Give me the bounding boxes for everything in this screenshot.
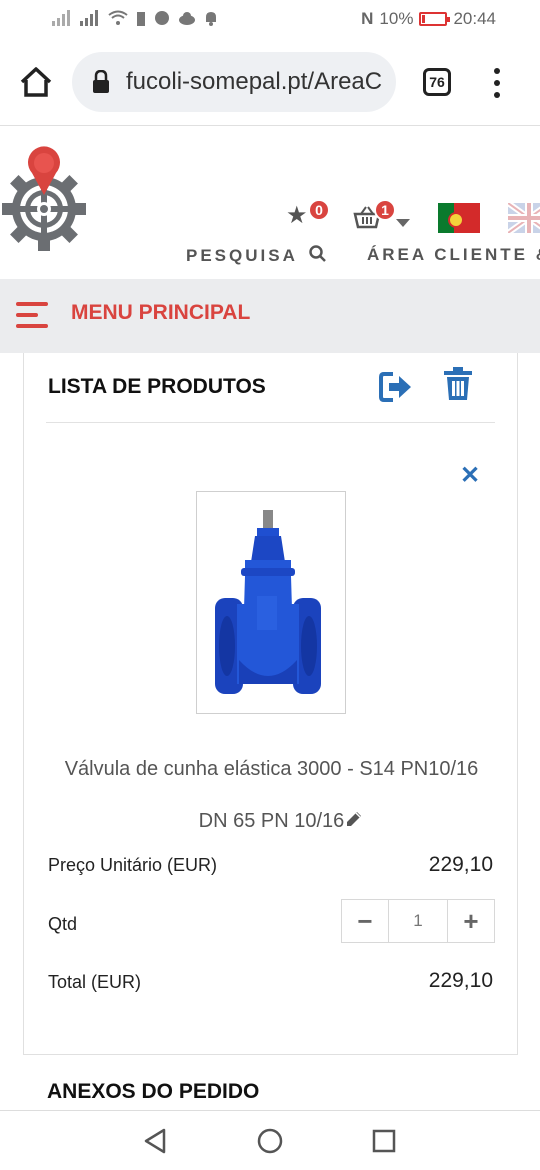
hamburger-menu-icon[interactable] [16,302,48,328]
product-list-title: LISTA DE PRODUTOS [48,375,266,398]
gate-valve-image [215,510,321,694]
status-icons-right: N 10% 20:44 [361,9,496,29]
total-label: Total (EUR) [48,972,142,992]
export-icon[interactable] [379,371,413,403]
favorites-star-icon[interactable]: ★ [286,201,308,230]
home-circle-icon[interactable] [256,1127,284,1155]
product-variant: DN 65 PN 10/16 [198,810,345,832]
client-area-link[interactable]: ÁREA CLIENTE & [367,245,540,266]
divider [46,422,495,423]
product-list-card: LISTA DE PRODUTOS ✕ Válvula de cunha elá… [23,353,518,1055]
tab-switcher-button[interactable]: 76 [423,68,451,96]
header-links: PESQUISA ÁREA CLIENTE & [186,245,540,266]
pencil-edit-icon[interactable] [344,809,364,829]
status-bar: N 10% 20:44 [0,0,540,40]
back-icon[interactable] [142,1127,168,1155]
browser-toolbar: fucoli-somepal.pt/AreaC 76 [0,40,540,126]
signal-icon [80,10,98,26]
trash-icon[interactable] [444,367,472,401]
cart-dropdown-icon[interactable] [396,219,410,227]
main-menu-label[interactable]: MENU PRINCIPAL [71,301,250,325]
signal-icon [52,10,70,26]
quantity-stepper: − 1 + [341,899,495,943]
browser-menu-icon[interactable] [490,68,504,98]
wifi-icon [108,10,128,25]
quantity-input[interactable]: 1 [388,900,448,942]
unit-price-label: Preço Unitário (EUR) [48,855,218,875]
user-icon: & [536,245,540,264]
product-image[interactable] [196,491,346,714]
increase-quantity-button[interactable]: + [448,900,494,942]
bell-icon [206,12,216,26]
home-icon[interactable] [18,64,54,100]
battery-saver-icon [137,12,145,26]
search-icon [309,245,326,262]
remove-item-icon[interactable]: ✕ [460,461,480,490]
system-nav-bar [0,1110,540,1170]
url-text: fucoli-somepal.pt/AreaC [126,68,383,95]
fucoli-logo[interactable] [2,143,88,253]
portugal-flag-icon[interactable] [438,203,480,233]
product-name: Válvula de cunha elástica 3000 - S14 PN1… [64,758,479,780]
quantity-label: Qtd [48,914,78,934]
unit-price-value: 229,10 [428,853,493,876]
decrease-quantity-button[interactable]: − [342,900,388,942]
attachments-title: ANEXOS DO PEDIDO [47,1080,260,1103]
uk-flag-icon[interactable] [508,203,540,233]
main-menu-bar[interactable]: MENU PRINCIPAL [0,279,540,353]
clock: 20:44 [453,9,496,28]
battery-percent: 10% [379,9,414,28]
cart-count-badge: 1 [374,199,396,221]
nfc-icon: N [361,9,374,28]
site-header: ★ 0 1 PESQUISA ÁREA CLIENTE [0,127,540,279]
address-bar[interactable]: fucoli-somepal.pt/AreaC [72,52,396,112]
search-link[interactable]: PESQUISA [186,245,327,266]
lock-icon [93,70,109,93]
cloud-icon [179,12,195,25]
favorites-count-badge: 0 [308,199,330,221]
globe-icon [155,11,169,25]
recents-square-icon[interactable] [372,1129,396,1153]
header-actions: ★ 0 1 [286,197,540,237]
total-value: 229,10 [428,969,493,992]
battery-icon [419,12,451,26]
status-icons-left [52,10,218,26]
